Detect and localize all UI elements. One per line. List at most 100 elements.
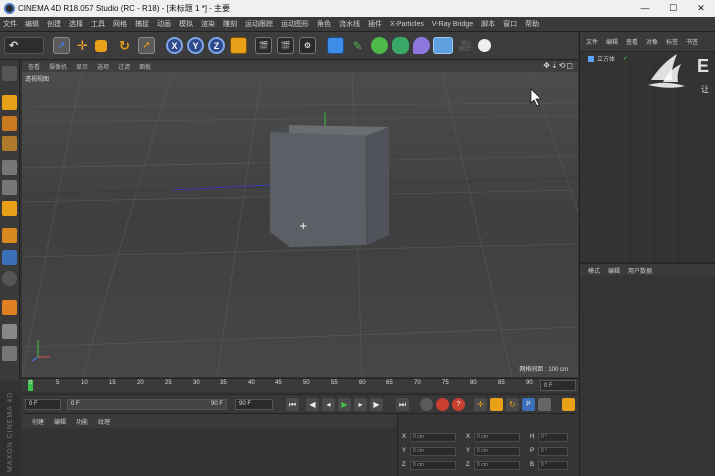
om-menu-edit[interactable]: 编辑: [606, 37, 618, 46]
menu-create[interactable]: 创建: [47, 19, 61, 29]
coordinate-system-icon[interactable]: [230, 37, 247, 54]
autokeying-icon[interactable]: [436, 398, 449, 411]
play-icon[interactable]: ▶: [338, 398, 351, 411]
planar-workplane-icon[interactable]: [2, 324, 17, 339]
menu-mograph[interactable]: 运动图形: [281, 19, 309, 29]
go-to-start-icon[interactable]: ⏮: [286, 398, 299, 411]
preview-range-slider[interactable]: 0 F 90 F: [67, 399, 227, 410]
om-menu-tags[interactable]: 标签: [666, 37, 678, 46]
texture-mode-icon[interactable]: [2, 116, 17, 131]
viewport-menu-options[interactable]: 选项: [97, 62, 109, 71]
menu-file[interactable]: 文件: [3, 19, 17, 29]
am-menu-mode[interactable]: 模式: [588, 266, 600, 275]
menu-character[interactable]: 角色: [317, 19, 331, 29]
am-menu-edit[interactable]: 编辑: [608, 266, 620, 275]
menu-window[interactable]: 窗口: [503, 19, 517, 29]
key-parameter-icon[interactable]: P: [522, 398, 535, 411]
perspective-viewport[interactable]: + 透视视图 网格间距 : 100 cm: [22, 72, 578, 377]
size-y-field[interactable]: 0 cm: [474, 446, 520, 456]
timeline-ruler[interactable]: 0 5 10 15 20 25 30 35 40 45 50 55 60 65 …: [22, 378, 578, 392]
end-frame-field[interactable]: 90 F: [235, 399, 273, 410]
om-menu-file[interactable]: 文件: [586, 37, 598, 46]
next-key-icon[interactable]: ▶: [370, 398, 383, 411]
floor-icon[interactable]: [433, 37, 453, 54]
menu-tools[interactable]: 工具: [91, 19, 105, 29]
rotation-p-field[interactable]: 0 °: [538, 446, 568, 456]
key-pla-icon[interactable]: [538, 398, 551, 411]
array-icon[interactable]: [392, 37, 409, 54]
rotate-icon[interactable]: ↻: [116, 37, 133, 54]
viewport-menu-view[interactable]: 查看: [28, 62, 40, 71]
viewport-menu-cameras[interactable]: 摄像机: [49, 62, 67, 71]
menu-motion-tracker[interactable]: 运动跟踪: [245, 19, 273, 29]
key-rotation-icon[interactable]: ↻: [506, 398, 519, 411]
position-z-field[interactable]: 0 cm: [410, 460, 456, 470]
mat-menu-function[interactable]: 功能: [76, 417, 88, 426]
menu-x-particles[interactable]: X-Particles: [390, 21, 424, 28]
viewport-navigation-icons[interactable]: ✥⇣⟲◻: [543, 61, 574, 70]
render-view-icon[interactable]: 🎬: [255, 37, 272, 54]
workplane-lock-icon[interactable]: [2, 300, 17, 315]
z-axis-lock-button[interactable]: Z: [208, 37, 225, 54]
menu-help[interactable]: 帮助: [525, 19, 539, 29]
previous-frame-icon[interactable]: ◂: [322, 398, 335, 411]
previous-key-icon[interactable]: ◀: [306, 398, 319, 411]
menu-snap[interactable]: 捕捉: [135, 19, 149, 29]
timeline-window-icon[interactable]: [562, 398, 575, 411]
workplane-mode-icon[interactable]: [2, 136, 17, 151]
mat-menu-edit[interactable]: 编辑: [54, 417, 66, 426]
move-icon[interactable]: ✛: [74, 37, 91, 54]
axis-mode-icon[interactable]: [2, 228, 17, 243]
size-x-field[interactable]: 0 cm: [474, 432, 520, 442]
menu-mesh[interactable]: 网格: [113, 19, 127, 29]
menu-edit[interactable]: 编辑: [25, 19, 39, 29]
subdivision-icon[interactable]: [371, 37, 388, 54]
menu-animate[interactable]: 动画: [157, 19, 171, 29]
menu-simulate[interactable]: 模拟: [179, 19, 193, 29]
viewport-menu-filter[interactable]: 过滤: [118, 62, 130, 71]
tweak-mode-icon[interactable]: [2, 250, 17, 265]
model-mode-icon[interactable]: [2, 95, 17, 110]
visibility-check-icon[interactable]: ✓: [623, 55, 628, 62]
menu-plugins[interactable]: 插件: [368, 19, 382, 29]
viewport-menu-display[interactable]: 显示: [76, 62, 88, 71]
current-frame-field[interactable]: 0 F: [540, 380, 576, 391]
position-y-field[interactable]: 0 cm: [410, 446, 456, 456]
object-row-cube[interactable]: 立方体 ✓: [588, 54, 628, 63]
recent-tool-icon[interactable]: ➚: [138, 37, 155, 54]
deformer-icon[interactable]: [413, 37, 430, 54]
mat-menu-texture[interactable]: 纹理: [98, 417, 110, 426]
start-frame-field[interactable]: 0 F: [25, 399, 61, 410]
x-axis-lock-button[interactable]: X: [166, 37, 183, 54]
render-settings-icon[interactable]: ⚙: [299, 37, 316, 54]
om-menu-view[interactable]: 查看: [626, 37, 638, 46]
rotation-h-field[interactable]: 0 °: [538, 432, 568, 442]
pen-icon[interactable]: ✎: [349, 37, 366, 54]
menu-script[interactable]: 脚本: [481, 19, 495, 29]
menu-sculpt[interactable]: 雕刻: [223, 19, 237, 29]
points-mode-icon[interactable]: [2, 160, 17, 175]
undo-icon[interactable]: ↶: [4, 37, 44, 54]
minimize-button[interactable]: —: [631, 0, 659, 17]
menu-render[interactable]: 渲染: [201, 19, 215, 29]
scale-icon[interactable]: [95, 40, 107, 52]
render-picture-viewer-icon[interactable]: 🎬: [277, 37, 294, 54]
make-editable-icon[interactable]: [2, 66, 17, 81]
am-menu-user-data[interactable]: 用户数据: [628, 266, 652, 275]
close-button[interactable]: ✕: [687, 0, 715, 17]
light-icon[interactable]: [478, 39, 491, 52]
y-axis-lock-button[interactable]: Y: [187, 37, 204, 54]
maximize-button[interactable]: ☐: [659, 0, 687, 17]
live-selection-icon[interactable]: ➚: [53, 37, 70, 54]
om-menu-objects[interactable]: 对象: [646, 37, 658, 46]
camera-icon[interactable]: 🎥: [457, 37, 474, 54]
position-x-field[interactable]: 0 cm: [410, 432, 456, 442]
size-z-field[interactable]: 0 cm: [474, 460, 520, 470]
viewport-menu-panel[interactable]: 面板: [139, 62, 151, 71]
solo-icon[interactable]: [2, 346, 17, 361]
key-scale-icon[interactable]: [490, 398, 503, 411]
keyframe-selection-icon[interactable]: ?: [452, 398, 465, 411]
om-menu-bookmarks[interactable]: 书签: [686, 37, 698, 46]
go-to-end-icon[interactable]: ⏭: [396, 398, 409, 411]
edges-mode-icon[interactable]: [2, 180, 17, 195]
